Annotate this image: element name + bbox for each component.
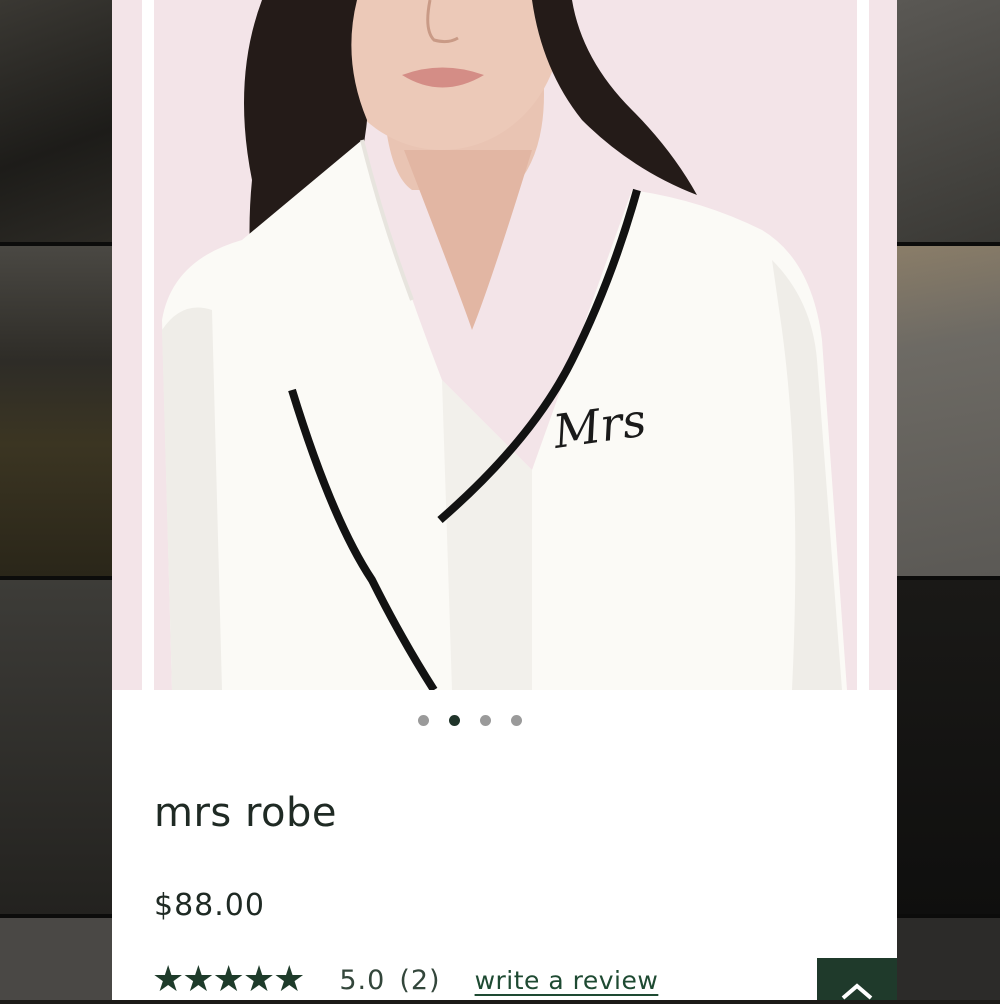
- carousel-dot[interactable]: [510, 715, 522, 726]
- background-photo: [0, 918, 112, 1000]
- background-photo: [0, 580, 112, 914]
- back-to-top-button[interactable]: [817, 958, 897, 1000]
- robe-model-illustration: Mrs: [162, 0, 847, 690]
- write-review-link[interactable]: write a review: [475, 966, 659, 995]
- background-photo: [897, 580, 1000, 914]
- background-photo: [897, 246, 1000, 576]
- carousel-dot[interactable]: [417, 715, 429, 726]
- review-count: (2): [399, 964, 441, 996]
- background-photo: [897, 918, 1000, 1000]
- background-photo: [897, 0, 1000, 242]
- chevron-up-icon: [841, 983, 873, 1000]
- product-title: mrs robe: [154, 790, 338, 836]
- rating-row: ★★★★★ 5.0 (2) write a review: [152, 958, 658, 1002]
- star-rating-icon: ★★★★★: [152, 959, 305, 1000]
- carousel-dot[interactable]: [479, 715, 491, 726]
- product-price: $88.00: [154, 888, 265, 923]
- product-image[interactable]: Mrs: [112, 0, 897, 690]
- product-card: Mrs mrs robe $88.00 ★★★★★ 5.0 (2) write …: [112, 0, 897, 1000]
- background-photo: [0, 0, 112, 242]
- carousel-dot-active[interactable]: [448, 715, 460, 726]
- carousel-indicator: [77, 715, 862, 729]
- background-photo: [0, 246, 112, 576]
- rating-value: 5.0: [339, 964, 386, 996]
